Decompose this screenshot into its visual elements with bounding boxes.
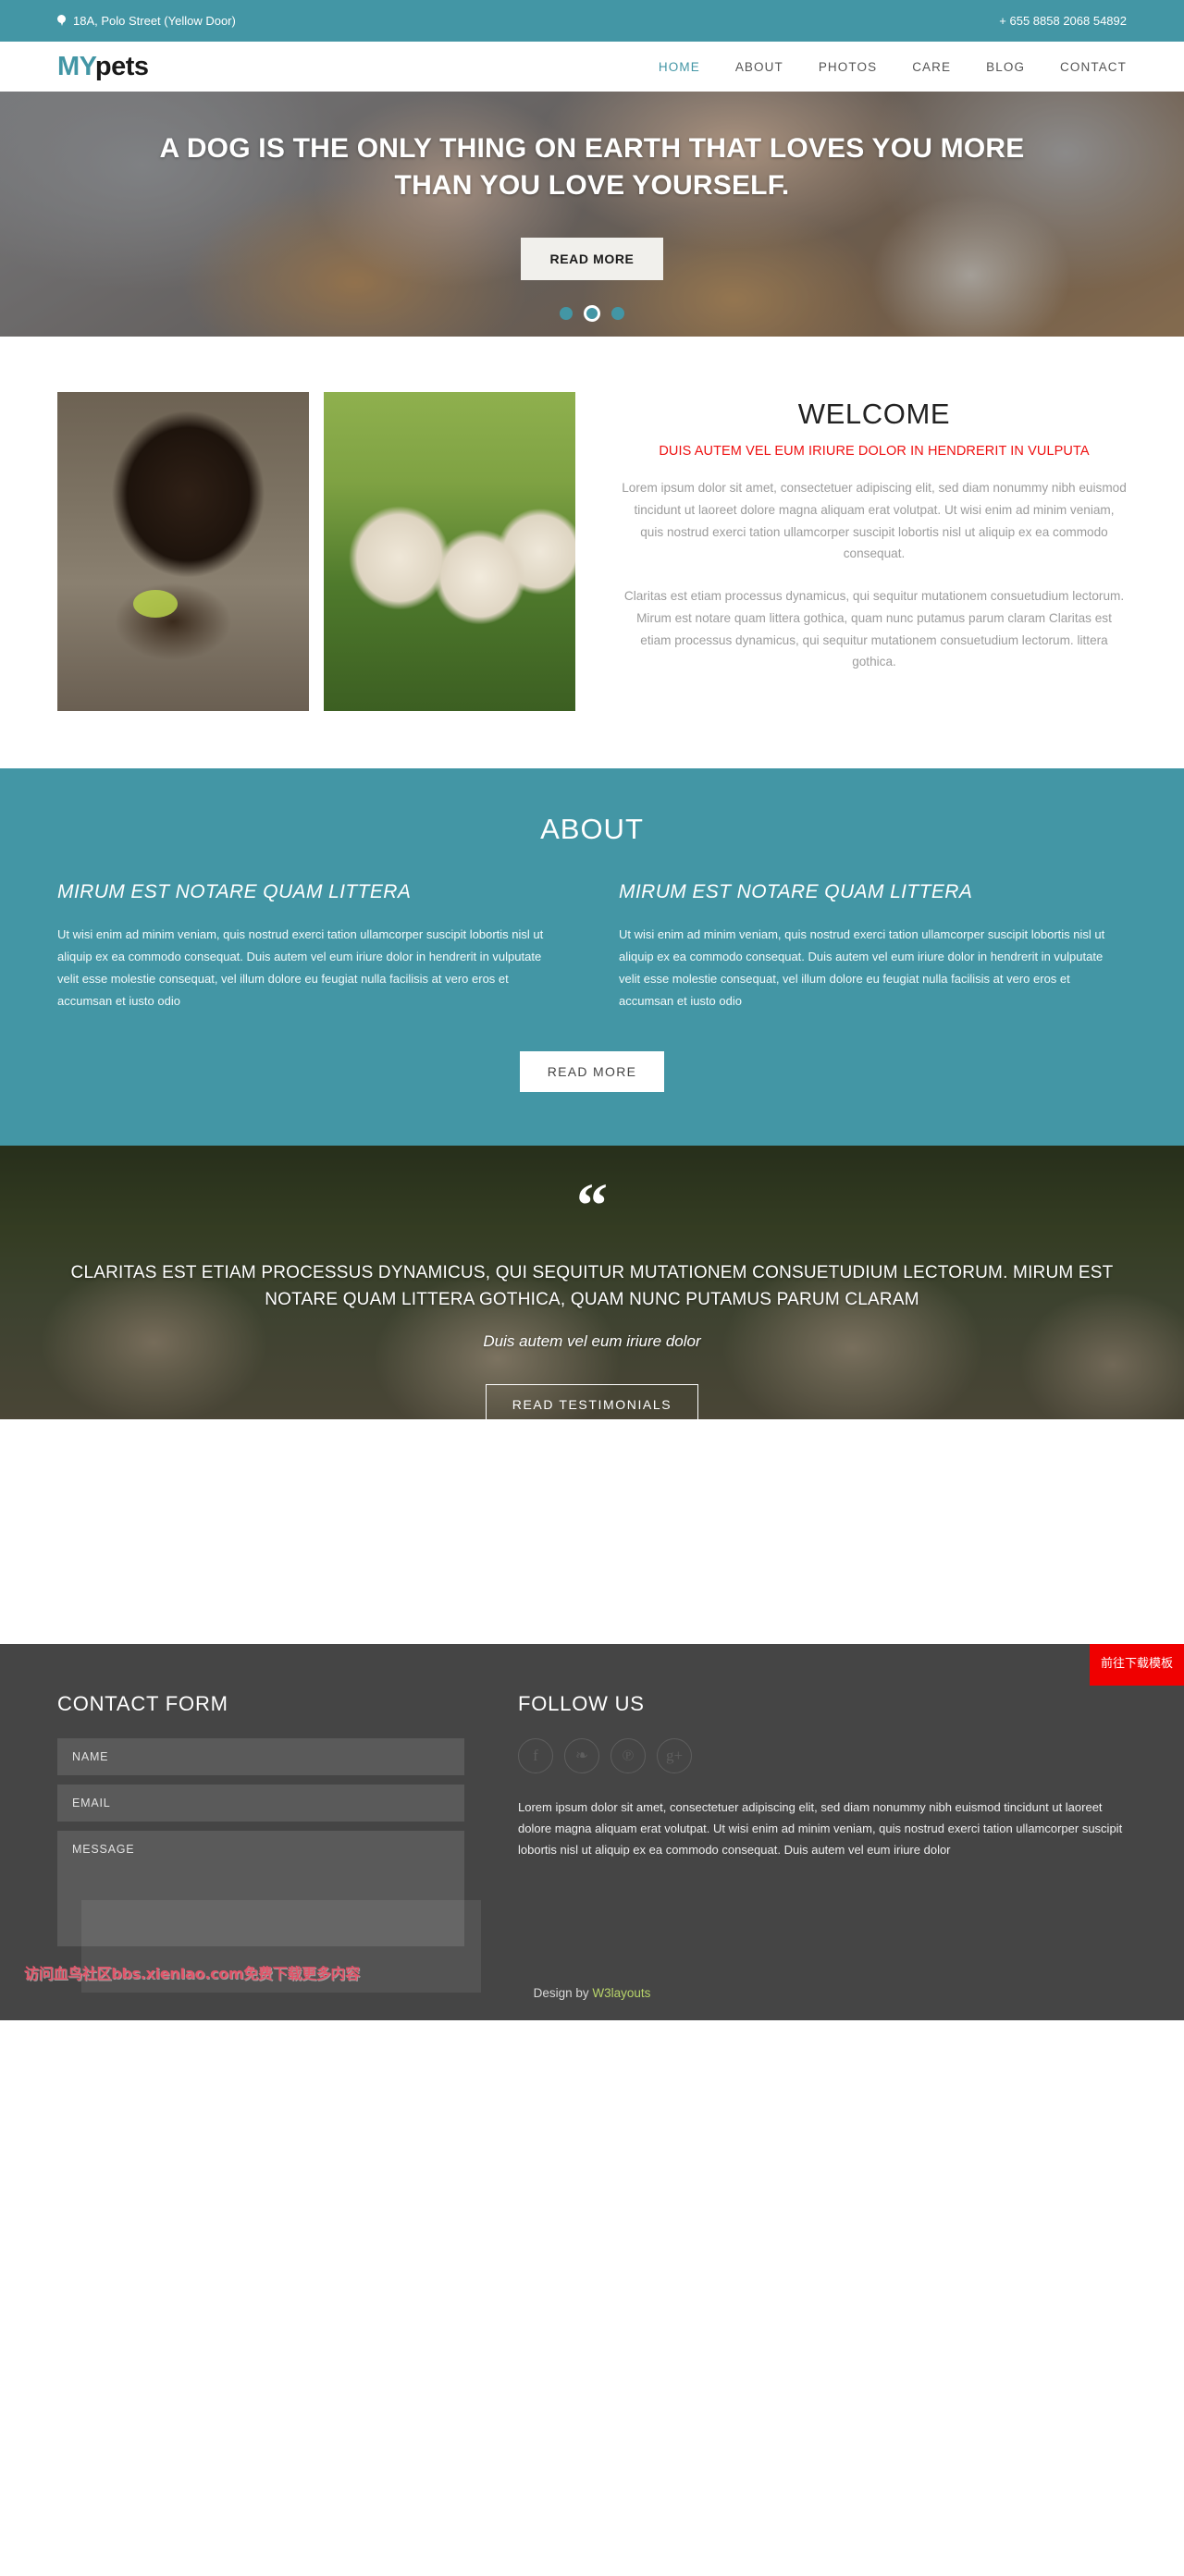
about-button-wrap: READ MORE bbox=[57, 1051, 1127, 1093]
twitter-icon[interactable]: ❧ bbox=[564, 1738, 599, 1774]
welcome-paragraph-1: Lorem ipsum dolor sit amet, consectetuer… bbox=[622, 481, 1127, 561]
logo-my: MY bbox=[57, 51, 95, 81]
welcome-images bbox=[57, 392, 594, 711]
slider-dot-1[interactable] bbox=[560, 307, 573, 320]
welcome-text-block: WELCOME DUIS AUTEM VEL EUM IRIURE DOLOR … bbox=[622, 392, 1127, 711]
address-block: 18A, Polo Street (Yellow Door) bbox=[57, 14, 236, 28]
contact-name-input[interactable] bbox=[57, 1738, 464, 1776]
about-read-more-button[interactable]: READ MORE bbox=[519, 1051, 665, 1093]
about-section: ABOUT MIRUM EST NOTARE QUAM LITTERA Ut w… bbox=[0, 768, 1184, 1147]
welcome-title: WELCOME bbox=[797, 398, 951, 430]
welcome-subtitle: DUIS AUTEM VEL EUM IRIURE DOLOR IN HENDR… bbox=[659, 444, 1090, 459]
nav-item-about[interactable]: ABOUT bbox=[735, 60, 783, 74]
facebook-icon[interactable]: f bbox=[518, 1738, 553, 1774]
welcome-photo-chocolate-puppy bbox=[57, 392, 309, 711]
welcome-paragraph-2: Claritas est etiam processus dynamicus, … bbox=[623, 589, 1125, 669]
googleplus-icon[interactable]: g+ bbox=[657, 1738, 692, 1774]
hero-headline: A DOG IS THE ONLY THING ON EARTH THAT LO… bbox=[159, 133, 1025, 201]
site-logo[interactable]: MYpets bbox=[57, 52, 149, 82]
social-links: f ❧ ℗ g+ bbox=[518, 1738, 1127, 1774]
map-pin-icon bbox=[57, 15, 66, 27]
nav-item-photos[interactable]: PHOTOS bbox=[819, 60, 877, 74]
welcome-section: WELCOME DUIS AUTEM VEL EUM IRIURE DOLOR … bbox=[0, 337, 1184, 768]
follow-us-title: FOLLOW US bbox=[518, 1692, 645, 1716]
contact-form-title: CONTACT FORM bbox=[57, 1692, 228, 1716]
testimonial-quote: CLARITAS EST ETIAM PROCESSUS DYNAMICUS, … bbox=[70, 1262, 1114, 1310]
follow-us-text: Lorem ipsum dolor sit amet, consectetuer… bbox=[518, 1800, 1123, 1857]
address-text: 18A, Polo Street (Yellow Door) bbox=[73, 14, 236, 28]
read-testimonials-button[interactable]: READ TESTIMONIALS bbox=[485, 1383, 699, 1420]
hero-content: A DOG IS THE ONLY THING ON EARTH THAT LO… bbox=[0, 92, 1184, 337]
follow-us-column: FOLLOW US f ❧ ℗ g+ Lorem ipsum dolor sit… bbox=[518, 1692, 1127, 1960]
testimonial-section: “ CLARITAS EST ETIAM PROCESSUS DYNAMICUS… bbox=[0, 1146, 1184, 1420]
top-info-bar: 18A, Polo Street (Yellow Door) + 655 885… bbox=[0, 0, 1184, 42]
about-column-2: MIRUM EST NOTARE QUAM LITTERA Ut wisi en… bbox=[619, 881, 1127, 1012]
about-column-1: MIRUM EST NOTARE QUAM LITTERA Ut wisi en… bbox=[57, 881, 565, 1012]
about-column-2-heading: MIRUM EST NOTARE QUAM LITTERA bbox=[619, 881, 973, 902]
slider-dots bbox=[0, 305, 1184, 322]
download-template-button[interactable]: 前往下载模板 bbox=[1090, 1644, 1184, 1687]
site-footer: CONTACT FORM FOLLOW US f ❧ ℗ g+ Lorem ip… bbox=[0, 1644, 1184, 2021]
testimonial-content: “ CLARITAS EST ETIAM PROCESSUS DYNAMICUS… bbox=[0, 1146, 1184, 1420]
hero-slider: A DOG IS THE ONLY THING ON EARTH THAT LO… bbox=[0, 92, 1184, 337]
w3layouts-link[interactable]: W3layouts bbox=[592, 1986, 650, 2000]
watermark-text: 访问血鸟社区bbs.xienIao.com免费下载更多内容 bbox=[24, 1965, 360, 1983]
phone-text[interactable]: + 655 8858 2068 54892 bbox=[999, 14, 1127, 28]
nav-item-home[interactable]: HOME bbox=[659, 60, 700, 74]
main-navigation: HOME ABOUT PHOTOS CARE BLOG CONTACT bbox=[659, 60, 1127, 74]
slider-dot-3[interactable] bbox=[611, 307, 624, 320]
slider-dot-2-active[interactable] bbox=[584, 305, 600, 322]
about-title: ABOUT bbox=[540, 813, 644, 845]
about-column-2-text: Ut wisi enim ad minim veniam, quis nostr… bbox=[619, 927, 1105, 1009]
hero-read-more-button[interactable]: READ MORE bbox=[520, 237, 664, 280]
about-column-1-text: Ut wisi enim ad minim veniam, quis nostr… bbox=[57, 927, 544, 1009]
quote-mark-icon: “ bbox=[576, 1170, 608, 1241]
site-header: MYpets HOME ABOUT PHOTOS CARE BLOG CONTA… bbox=[0, 42, 1184, 92]
nav-item-care[interactable]: CARE bbox=[912, 60, 951, 74]
about-columns: MIRUM EST NOTARE QUAM LITTERA Ut wisi en… bbox=[57, 881, 1127, 1012]
logo-pets: pets bbox=[94, 51, 149, 81]
design-by-label: Design by bbox=[533, 1986, 589, 2001]
welcome-photo-white-puppies bbox=[324, 392, 575, 711]
about-column-1-heading: MIRUM EST NOTARE QUAM LITTERA bbox=[57, 881, 412, 902]
contact-email-input[interactable] bbox=[57, 1785, 464, 1822]
nav-item-contact[interactable]: CONTACT bbox=[1060, 60, 1127, 74]
blank-spacer bbox=[0, 1419, 1184, 1645]
testimonial-author: Duis autem vel eum iriure dolor bbox=[483, 1331, 701, 1350]
page-root: 18A, Polo Street (Yellow Door) + 655 885… bbox=[0, 0, 1184, 2021]
pinterest-icon[interactable]: ℗ bbox=[610, 1738, 646, 1774]
nav-item-blog[interactable]: BLOG bbox=[986, 60, 1025, 74]
